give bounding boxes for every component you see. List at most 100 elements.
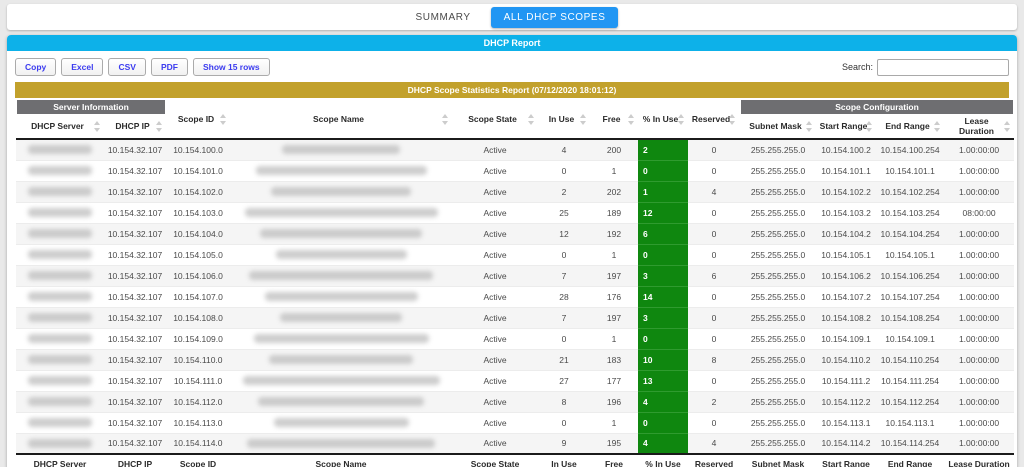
cell-dhcp-ip: 10.154.32.107 (104, 202, 166, 223)
cell-reserved: 8 (688, 349, 740, 370)
cell-lease-duration: 1.00:00:00 (944, 139, 1014, 160)
sort-icon[interactable] (220, 114, 228, 125)
csv-button[interactable]: CSV (108, 58, 145, 76)
foot-end-range: End Range (876, 454, 944, 467)
cell-scope-name (230, 181, 452, 202)
cell-subnet-mask: 255.255.255.0 (740, 160, 816, 181)
sort-icon[interactable] (528, 114, 536, 125)
foot-dhcp-ip: DHCP IP (104, 454, 166, 467)
cell-dhcp-ip: 10.154.32.107 (104, 391, 166, 412)
copy-button[interactable]: Copy (15, 58, 56, 76)
cell-scope-id: 10.154.112.0 (166, 391, 230, 412)
cell-free: 177 (590, 370, 638, 391)
cell-scope-id: 10.154.107.0 (166, 286, 230, 307)
col-header-subnet-mask[interactable]: Subnet Mask (740, 114, 816, 139)
cell-start-range: 10.154.107.2 (816, 286, 876, 307)
sort-icon[interactable] (628, 114, 636, 125)
cell-reserved: 0 (688, 244, 740, 265)
cell-dhcp-server (16, 160, 104, 181)
foot-start-range: Start Range (816, 454, 876, 467)
sort-icon[interactable] (1004, 121, 1012, 132)
cell-reserved: 0 (688, 328, 740, 349)
col-header-lease-duration[interactable]: Lease Duration (944, 114, 1014, 139)
cell-reserved: 0 (688, 160, 740, 181)
cell-end-range: 10.154.104.254 (876, 223, 944, 244)
redacted-dhcp-server (28, 271, 92, 280)
cell-pct-in-use: 2 (638, 139, 688, 160)
sort-icon[interactable] (866, 121, 874, 132)
col-header-scope-name[interactable]: Scope Name (230, 99, 452, 139)
col-header-reserved[interactable]: Reserved (688, 99, 740, 139)
cell-scope-state: Active (452, 307, 538, 328)
col-header-scope-id[interactable]: Scope ID (166, 99, 230, 139)
cell-reserved: 0 (688, 139, 740, 160)
col-header-start-range[interactable]: Start Range (816, 114, 876, 139)
cell-scope-state: Active (452, 412, 538, 433)
cell-start-range: 10.154.114.2 (816, 433, 876, 454)
sort-icon[interactable] (156, 121, 164, 132)
col-header-dhcp-ip[interactable]: DHCP IP (104, 114, 166, 139)
cell-pct-in-use: 0 (638, 328, 688, 349)
cell-start-range: 10.154.100.2 (816, 139, 876, 160)
table-row: 10.154.32.10710.154.106.0Active719736255… (16, 265, 1014, 286)
cell-end-range: 10.154.109.1 (876, 328, 944, 349)
sort-icon[interactable] (580, 114, 588, 125)
export-buttons: Copy Excel CSV PDF Show 15 rows (15, 58, 270, 76)
cell-scope-state: Active (452, 265, 538, 286)
show-rows-button[interactable]: Show 15 rows (193, 58, 270, 76)
sort-icon[interactable] (94, 121, 102, 132)
cell-dhcp-ip: 10.154.32.107 (104, 370, 166, 391)
excel-button[interactable]: Excel (61, 58, 103, 76)
table-row: 10.154.32.10710.154.105.0Active0100255.2… (16, 244, 1014, 265)
table-row: 10.154.32.10710.154.107.0Active281761402… (16, 286, 1014, 307)
cell-pct-in-use: 0 (638, 160, 688, 181)
tab-summary[interactable]: SUMMARY (406, 8, 481, 27)
table-row: 10.154.32.10710.154.108.0Active719730255… (16, 307, 1014, 328)
cell-dhcp-ip: 10.154.32.107 (104, 328, 166, 349)
col-header-scope-state[interactable]: Scope State (452, 99, 538, 139)
tab-all-dhcp-scopes[interactable]: ALL DHCP SCOPES (491, 7, 619, 28)
cell-in-use: 12 (538, 223, 590, 244)
dhcp-scope-table: Server Information Scope ID Scope Name S… (15, 98, 1015, 467)
col-header-pct-in-use[interactable]: % In Use (638, 99, 688, 139)
table-body: 10.154.32.10710.154.100.0Active420020255… (16, 139, 1014, 454)
cell-dhcp-server (16, 433, 104, 454)
sort-icon[interactable] (442, 114, 450, 125)
sort-icon[interactable] (934, 121, 942, 132)
sort-icon[interactable] (729, 114, 737, 125)
cell-scope-id: 10.154.114.0 (166, 433, 230, 454)
cell-scope-name (230, 370, 452, 391)
col-header-dhcp-server[interactable]: DHCP Server (16, 114, 104, 139)
cell-lease-duration: 1.00:00:00 (944, 412, 1014, 433)
redacted-dhcp-server (28, 397, 92, 406)
cell-end-range: 10.154.102.254 (876, 181, 944, 202)
cell-scope-name (230, 433, 452, 454)
cell-in-use: 0 (538, 244, 590, 265)
cell-in-use: 28 (538, 286, 590, 307)
cell-lease-duration: 1.00:00:00 (944, 349, 1014, 370)
search-input[interactable] (877, 59, 1009, 76)
pdf-button[interactable]: PDF (151, 58, 188, 76)
cell-pct-in-use: 4 (638, 391, 688, 412)
redacted-scope-name (254, 334, 429, 343)
col-header-end-range[interactable]: End Range (876, 114, 944, 139)
cell-in-use: 0 (538, 328, 590, 349)
cell-pct-in-use: 14 (638, 286, 688, 307)
redacted-dhcp-server (28, 355, 92, 364)
sort-icon[interactable] (806, 121, 814, 132)
cell-start-range: 10.154.111.2 (816, 370, 876, 391)
cell-reserved: 4 (688, 181, 740, 202)
col-header-free[interactable]: Free (590, 99, 638, 139)
cell-dhcp-ip: 10.154.32.107 (104, 139, 166, 160)
cell-free: 1 (590, 328, 638, 349)
redacted-scope-name (282, 145, 400, 154)
cell-scope-name (230, 265, 452, 286)
cell-scope-state: Active (452, 433, 538, 454)
sort-icon[interactable] (678, 114, 686, 125)
cell-start-range: 10.154.101.1 (816, 160, 876, 181)
redacted-scope-name (276, 250, 407, 259)
cell-free: 1 (590, 412, 638, 433)
col-header-in-use[interactable]: In Use (538, 99, 590, 139)
cell-lease-duration: 1.00:00:00 (944, 328, 1014, 349)
cell-dhcp-ip: 10.154.32.107 (104, 412, 166, 433)
